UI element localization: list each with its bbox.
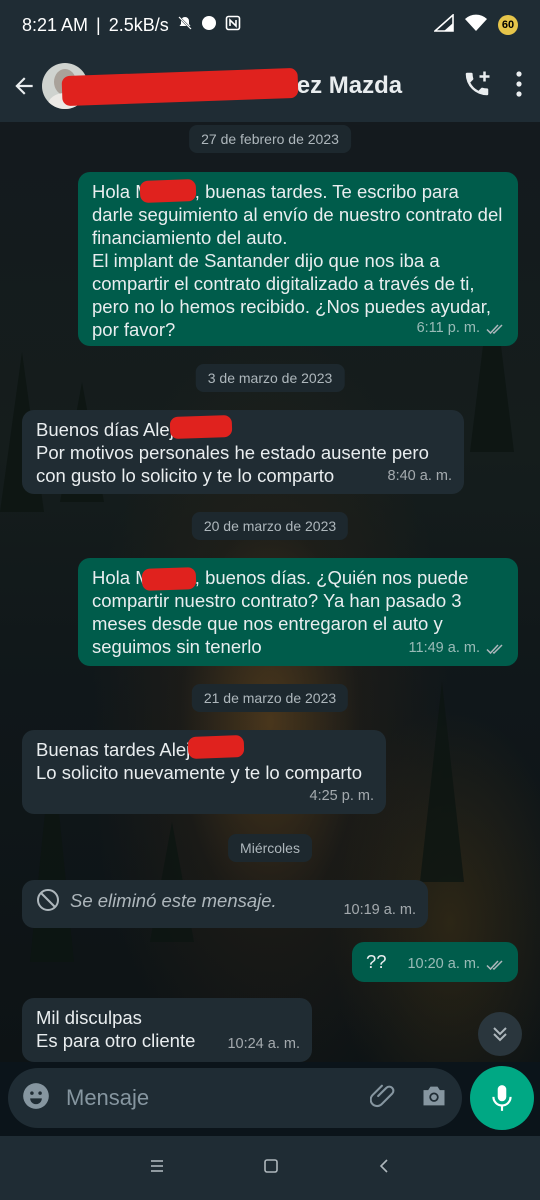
read-receipt-icon <box>486 959 503 970</box>
message-time: 8:40 a. m. <box>387 468 452 484</box>
message-time: 10:20 a. m. <box>407 956 480 972</box>
add-call-icon <box>465 71 490 95</box>
message-bubble-incoming[interactable]: Buenos días Alejandro Por motivos person… <box>22 410 464 494</box>
status-right: 60 <box>432 12 518 37</box>
message-time: 10:24 a. m. <box>227 1036 300 1052</box>
more-options-button[interactable] <box>514 70 524 103</box>
message-bubble-outgoing[interactable]: ?? 10:20 a. m. <box>352 942 518 982</box>
message-bubble-deleted[interactable]: Se eliminó este mensaje. 10:19 a. m. <box>22 880 428 928</box>
deleted-text: Se eliminó este mensaje. <box>70 889 277 911</box>
message-meta: 4:25 p. m. <box>310 785 374 808</box>
background-tree <box>420 682 464 882</box>
menu-icon <box>151 1159 163 1172</box>
recent-apps-button[interactable] <box>149 1159 165 1178</box>
back-chevron-icon <box>379 1158 388 1173</box>
message-time: 10:19 a. m. <box>343 902 416 918</box>
home-button[interactable] <box>263 1158 279 1179</box>
back-button[interactable] <box>2 50 46 122</box>
date-chip: Miércoles <box>228 834 312 862</box>
chat-area[interactable]: 27 de febrero de 2023 Hola Marisol, buen… <box>0 122 540 1062</box>
system-back-button[interactable] <box>377 1158 391 1179</box>
double-chevron-down-icon <box>493 1027 507 1042</box>
back-arrow-icon <box>15 77 33 95</box>
add-call-button[interactable] <box>462 69 492 104</box>
name-redaction <box>139 179 197 203</box>
voice-record-button[interactable] <box>470 1066 534 1130</box>
blocked-icon <box>37 889 59 911</box>
more-vert-icon <box>516 70 522 97</box>
header-actions <box>462 69 524 104</box>
attach-button[interactable] <box>369 1082 398 1115</box>
status-time: 8:21 AM <box>22 14 89 35</box>
attach-icon <box>369 1084 395 1107</box>
message-time: 11:49 a. m. <box>408 640 480 656</box>
message-input[interactable] <box>64 1084 370 1112</box>
message-meta: 10:24 a. m. <box>227 1033 300 1056</box>
message-meta: 10:20 a. m. <box>407 953 506 976</box>
message-bubble-incoming[interactable]: Mil disculpas Es para otro cliente 10:24… <box>22 998 312 1062</box>
message-meta: 10:19 a. m. <box>343 899 416 922</box>
battery-icon: 60 <box>498 15 518 35</box>
date-chip: 20 de marzo de 2023 <box>191 512 349 540</box>
system-nav-bar <box>0 1136 540 1200</box>
message-meta: 11:49 a. m. <box>409 637 506 660</box>
status-left: 8:21 AM | 2.5kB/s <box>22 15 241 36</box>
message-meta: 6:11 p. m. <box>417 317 506 340</box>
camera-icon <box>423 1086 445 1105</box>
name-redaction <box>169 414 233 440</box>
emoji-button[interactable] <box>22 1082 50 1115</box>
message-time: 4:25 p. m. <box>309 788 374 804</box>
wifi-icon <box>464 14 488 37</box>
camera-button[interactable] <box>420 1082 448 1115</box>
signal-icon <box>432 12 454 37</box>
date-chip: 27 de febrero de 2023 <box>189 125 351 153</box>
emoji-icon <box>23 1082 49 1109</box>
network-speed: 2.5kB/s <box>108 14 169 35</box>
scroll-to-bottom-button[interactable] <box>478 1012 522 1056</box>
message-meta: 8:40 a. m. <box>388 465 452 488</box>
date-chip: 3 de marzo de 2023 <box>195 364 345 392</box>
mute-icon <box>177 15 193 36</box>
mic-icon <box>492 1085 512 1111</box>
status-separator: | <box>96 14 101 35</box>
read-receipt-icon <box>486 643 503 654</box>
home-square-icon <box>264 1158 278 1173</box>
message-composer <box>8 1068 462 1128</box>
status-bar: 8:21 AM | 2.5kB/s 60 <box>0 0 540 50</box>
message-time: 6:11 p. m. <box>416 320 480 336</box>
dot-icon <box>201 15 217 36</box>
name-redaction <box>141 567 197 591</box>
nfc-icon <box>225 15 241 36</box>
read-receipt-icon <box>486 323 503 334</box>
date-chip: 21 de marzo de 2023 <box>191 684 349 712</box>
name-redaction <box>187 735 245 759</box>
